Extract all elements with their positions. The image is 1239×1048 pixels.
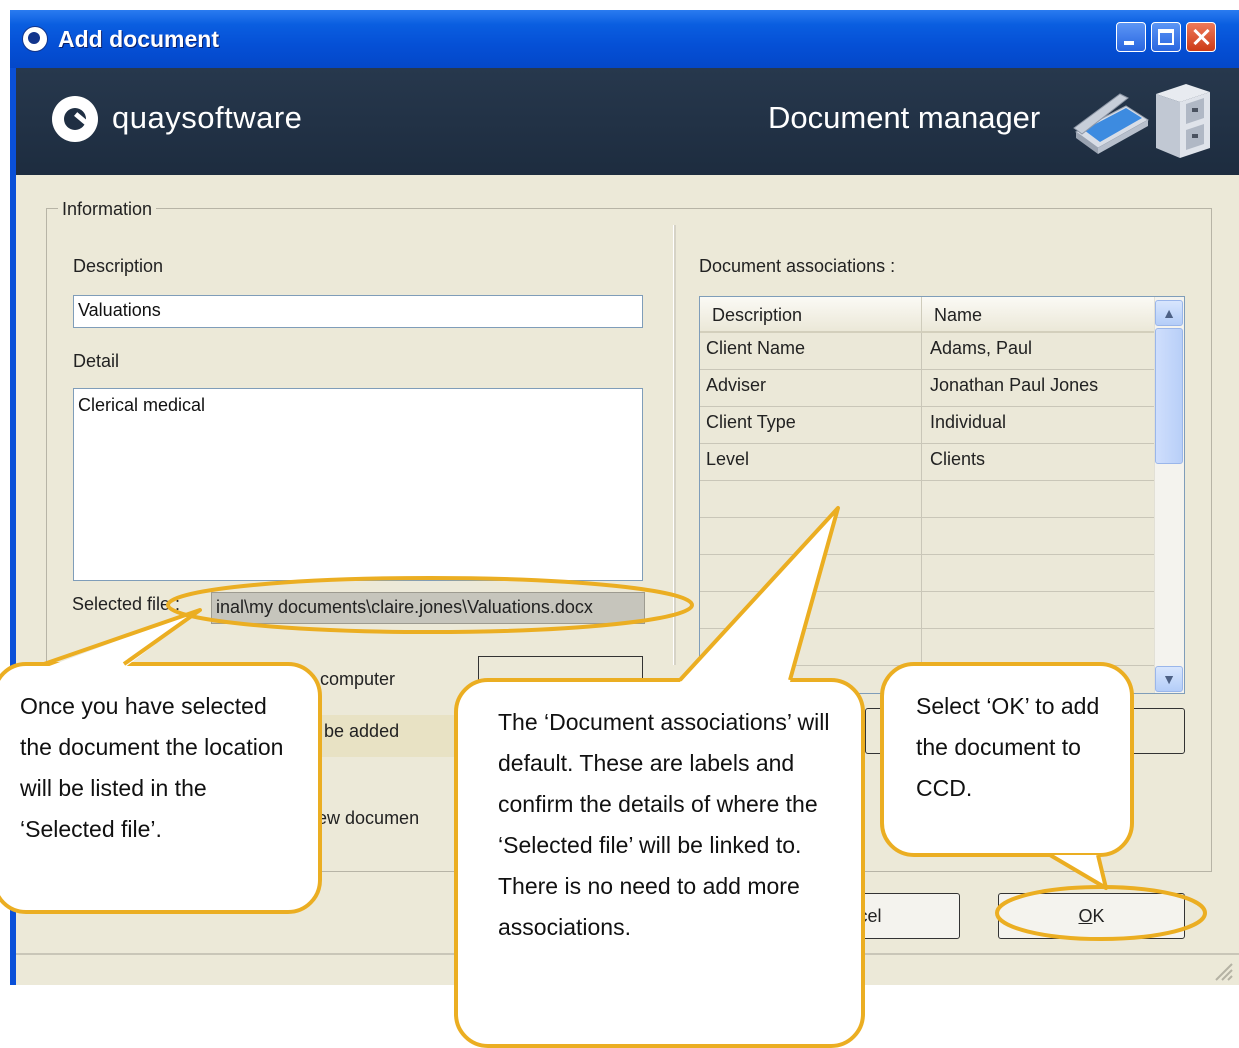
resize-grip-icon[interactable] xyxy=(1210,958,1234,982)
banner-title: Document manager xyxy=(768,100,1041,135)
selected-file-label: Selected file : xyxy=(72,594,181,614)
cell-description: Client Name xyxy=(706,338,806,358)
cell-description: Level xyxy=(706,449,750,469)
brand-name: quaysoftware xyxy=(112,100,303,135)
description-input[interactable]: Valuations xyxy=(73,295,643,328)
associations-grid[interactable]: Description Name Client Name Adams, Paul… xyxy=(699,296,1185,694)
panel-divider xyxy=(673,225,676,665)
cell-name: Jonathan Paul Jones xyxy=(930,375,1099,395)
quay-logo-icon xyxy=(52,96,98,142)
cell-description: Client Type xyxy=(706,412,796,432)
callout-document-associations: The ‘Document associations’ will default… xyxy=(454,678,865,1048)
empty-row xyxy=(700,518,1155,555)
callout-selected-file: Once you have selected the document the … xyxy=(0,662,322,914)
scanner-icon xyxy=(1073,93,1149,154)
callout-ok: Select ‘OK’ to add the document to CCD. xyxy=(880,662,1134,857)
cell-name: Individual xyxy=(930,412,1007,432)
empty-row xyxy=(700,592,1155,629)
detail-label: Detail xyxy=(73,351,120,371)
ok-accelerator: O xyxy=(1078,906,1093,926)
cell-name: Clients xyxy=(930,449,986,469)
column-separator xyxy=(921,333,922,693)
table-row[interactable]: Level Clients xyxy=(700,444,1155,481)
selected-file-field: inal\my documents\claire.jones\Valuation… xyxy=(211,592,645,624)
window-title: Add document xyxy=(58,26,219,52)
description-label: Description xyxy=(73,256,164,276)
empty-row xyxy=(700,629,1155,666)
associations-label: Document associations : xyxy=(699,256,896,276)
scroll-thumb[interactable] xyxy=(1155,328,1183,464)
detail-textarea[interactable]: Clerical medical xyxy=(73,388,643,581)
table-row[interactable]: Client Type Individual xyxy=(700,407,1155,444)
maximize-icon[interactable] xyxy=(1151,22,1181,52)
ok-label-rest: K xyxy=(1092,906,1105,926)
cell-name: Adams, Paul xyxy=(930,338,1033,358)
column-header-description[interactable]: Description xyxy=(700,297,922,333)
close-icon[interactable] xyxy=(1186,22,1216,52)
table-row[interactable]: Client Name Adams, Paul xyxy=(700,333,1155,370)
table-row[interactable]: Adviser Jonathan Paul Jones xyxy=(700,370,1155,407)
information-legend: Information xyxy=(58,199,157,220)
selected-file-path: inal\my documents\claire.jones\Valuation… xyxy=(216,597,593,617)
empty-row xyxy=(700,481,1155,518)
app-icon[interactable] xyxy=(22,26,48,52)
column-header-name[interactable]: Name xyxy=(922,297,1155,333)
ok-button[interactable]: OK xyxy=(998,893,1185,939)
scroll-down-icon[interactable]: ▼ xyxy=(1155,666,1183,692)
minimize-icon[interactable] xyxy=(1116,22,1146,52)
empty-row xyxy=(700,555,1155,592)
scroll-up-icon[interactable]: ▲ xyxy=(1155,300,1183,326)
filing-cabinet-icon xyxy=(1156,84,1210,158)
cell-description: Adviser xyxy=(706,375,767,395)
